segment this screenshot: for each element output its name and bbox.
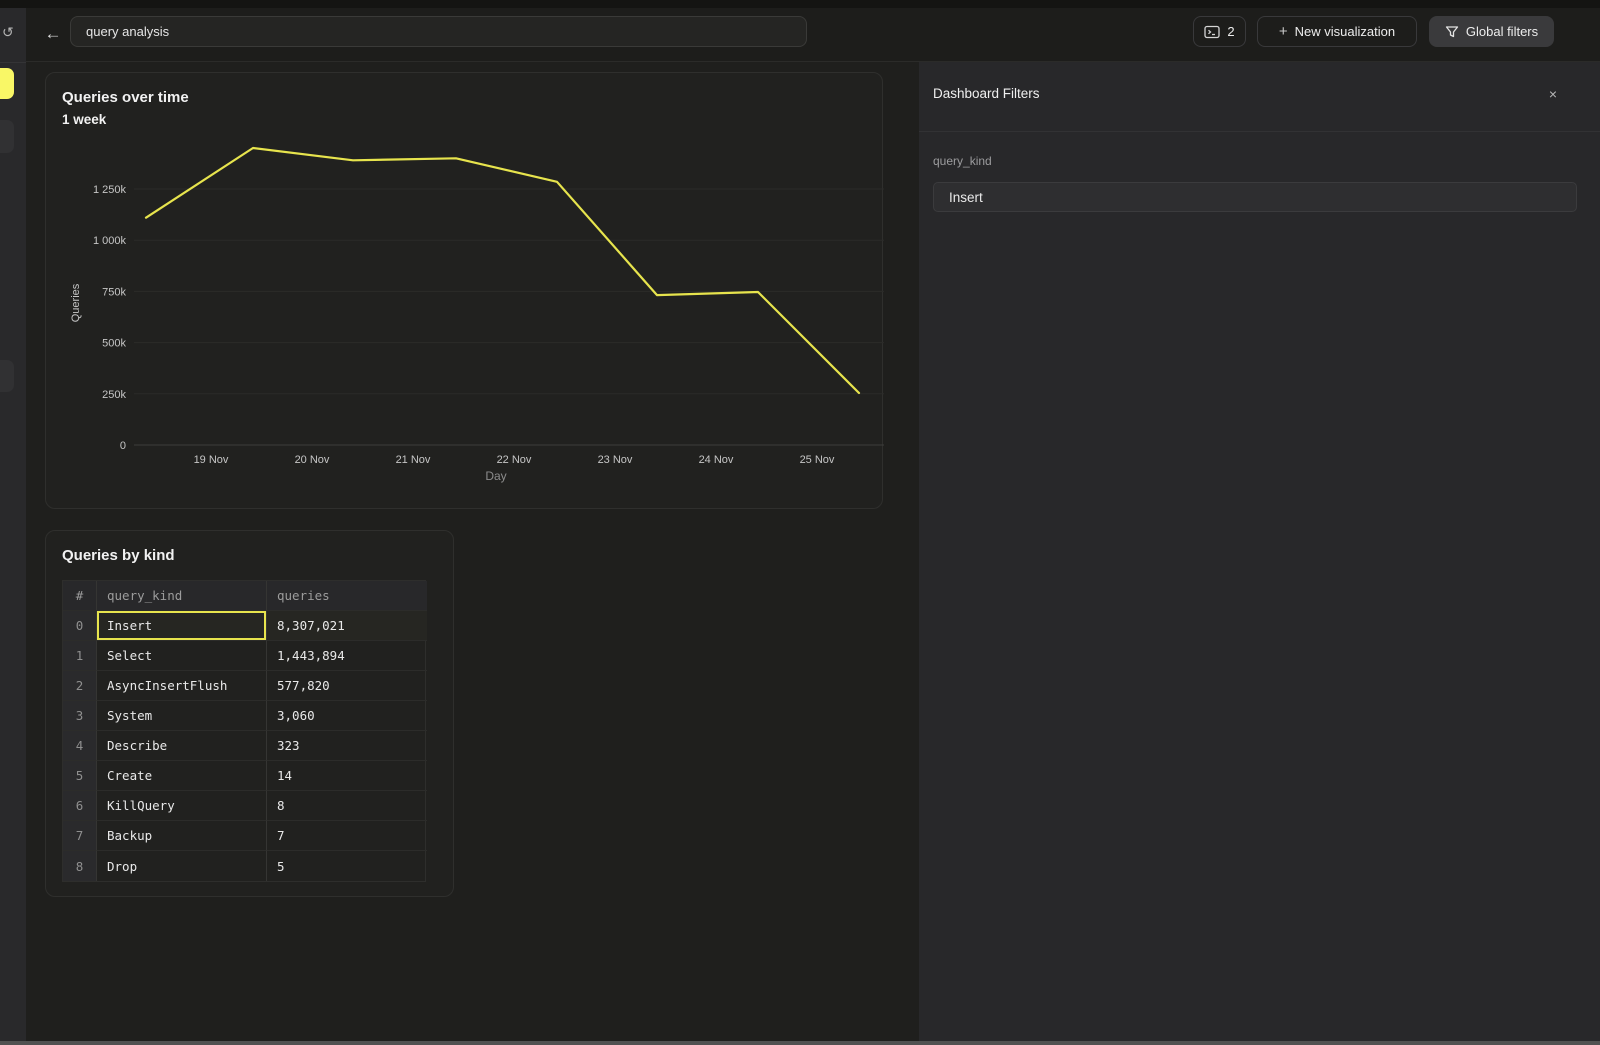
svg-text:23 Nov: 23 Nov <box>598 454 633 466</box>
table-row: 0Insert8,307,021 <box>63 611 425 641</box>
queries-value-cell[interactable]: 3,060 <box>267 701 427 731</box>
svg-text:22 Nov: 22 Nov <box>497 454 532 466</box>
queries-over-time-card[interactable]: Queries over time 1 week 0250k500k750k1 … <box>45 72 883 509</box>
row-index-cell: 7 <box>63 821 97 851</box>
global-filters-label: Global filters <box>1466 24 1538 39</box>
arrow-left-icon: ← <box>45 24 62 44</box>
row-index-cell: 0 <box>63 611 97 641</box>
svg-text:Day: Day <box>485 469 506 483</box>
panel-divider <box>919 131 1600 132</box>
query-kind-cell[interactable]: Drop <box>97 851 267 881</box>
close-panel-button[interactable]: × <box>1542 83 1564 105</box>
queries-by-kind-card[interactable]: Queries by kind #query_kindqueries0Inser… <box>45 530 454 897</box>
rail-divider <box>0 62 26 63</box>
left-rail: ↺ <box>0 8 26 1041</box>
rail-tile-active[interactable] <box>0 68 14 99</box>
row-index-cell: 3 <box>63 701 97 731</box>
query-kind-cell[interactable]: KillQuery <box>97 791 267 821</box>
filters-panel-title: Dashboard Filters <box>933 86 1040 101</box>
rail-tile[interactable] <box>0 120 14 153</box>
new-visualization-button[interactable]: + New visualization <box>1257 16 1417 47</box>
svg-text:1 250k: 1 250k <box>93 184 127 196</box>
global-filters-button[interactable]: Global filters <box>1429 16 1554 47</box>
svg-text:21 Nov: 21 Nov <box>396 454 431 466</box>
sql-console-button[interactable]: 2 <box>1193 16 1246 47</box>
rail-tile[interactable] <box>0 360 14 392</box>
plus-icon: + <box>1279 23 1288 40</box>
dashboard-title-input[interactable] <box>70 16 807 47</box>
console-count: 2 <box>1227 24 1234 39</box>
queries-value-cell[interactable]: 577,820 <box>267 671 427 701</box>
queries-value-cell[interactable]: 1,443,894 <box>267 641 427 671</box>
svg-text:Queries: Queries <box>70 283 82 322</box>
svg-text:1 000k: 1 000k <box>93 235 127 247</box>
table-row: 2AsyncInsertFlush577,820 <box>63 671 425 701</box>
table-header-row: #query_kindqueries <box>63 581 425 611</box>
table-row: 1Select1,443,894 <box>63 641 425 671</box>
new-visualization-label: New visualization <box>1295 24 1395 39</box>
back-button[interactable]: ← <box>40 21 66 47</box>
query-kind-filter-input[interactable]: Insert <box>933 182 1577 212</box>
svg-text:20 Nov: 20 Nov <box>295 454 330 466</box>
svg-text:0: 0 <box>120 440 126 452</box>
table-row: 6KillQuery8 <box>63 791 425 821</box>
console-icon <box>1204 25 1220 39</box>
table-row: 4Describe323 <box>63 731 425 761</box>
queries-by-kind-table: #query_kindqueries0Insert8,307,0211Selec… <box>62 580 426 882</box>
query-kind-cell[interactable]: Select <box>97 641 267 671</box>
row-index-cell: 2 <box>63 671 97 701</box>
svg-text:750k: 750k <box>102 286 126 298</box>
column-header-index: # <box>63 581 97 611</box>
query-kind-cell[interactable]: System <box>97 701 267 731</box>
history-icon[interactable]: ↺ <box>2 24 14 41</box>
query-kind-cell[interactable]: Backup <box>97 821 267 851</box>
row-index-cell: 8 <box>63 851 97 881</box>
column-header-queries: queries <box>267 581 427 611</box>
query-kind-filter-label: query_kind <box>933 154 992 168</box>
table-title: Queries by kind <box>62 547 175 564</box>
query-kind-filter-value: Insert <box>949 190 983 205</box>
table-row: 7Backup7 <box>63 821 425 851</box>
window-top-strip <box>0 0 1600 8</box>
svg-text:19 Nov: 19 Nov <box>194 454 229 466</box>
row-index-cell: 1 <box>63 641 97 671</box>
line-series-queries <box>146 148 859 393</box>
table-row: 8Drop5 <box>63 851 425 881</box>
queries-value-cell[interactable]: 7 <box>267 821 427 851</box>
table-row: 5Create14 <box>63 761 425 791</box>
row-index-cell: 6 <box>63 791 97 821</box>
queries-value-cell[interactable]: 14 <box>267 761 427 791</box>
funnel-icon <box>1445 25 1459 39</box>
column-header-query-kind: query_kind <box>97 581 267 611</box>
query-kind-cell[interactable]: Insert <box>97 611 267 641</box>
svg-text:500k: 500k <box>102 338 126 350</box>
query-kind-cell[interactable]: Create <box>97 761 267 791</box>
svg-text:250k: 250k <box>102 389 126 401</box>
dashboard-canvas: Queries over time 1 week 0250k500k750k1 … <box>26 62 919 1041</box>
queries-value-cell[interactable]: 8,307,021 <box>267 611 427 641</box>
query-kind-cell[interactable]: Describe <box>97 731 267 761</box>
queries-value-cell[interactable]: 8 <box>267 791 427 821</box>
svg-text:24 Nov: 24 Nov <box>699 454 734 466</box>
svg-text:25 Nov: 25 Nov <box>800 454 835 466</box>
close-icon: × <box>1549 86 1557 102</box>
dock-edge-strip <box>0 1041 1600 1045</box>
table-row: 3System3,060 <box>63 701 425 731</box>
row-index-cell: 4 <box>63 731 97 761</box>
query-kind-cell[interactable]: AsyncInsertFlush <box>97 671 267 701</box>
queries-line-chart: 0 250k 500k 750k 1 000k 1 250k 19 Nov 20 Nov 21 … <box>46 73 884 510</box>
queries-value-cell[interactable]: 5 <box>267 851 427 881</box>
dashboard-filters-panel: Dashboard Filters × query_kind Insert <box>919 62 1600 1041</box>
topbar: ← 2 + New visualization Global filters <box>26 8 1600 62</box>
row-index-cell: 5 <box>63 761 97 791</box>
queries-value-cell[interactable]: 323 <box>267 731 427 761</box>
